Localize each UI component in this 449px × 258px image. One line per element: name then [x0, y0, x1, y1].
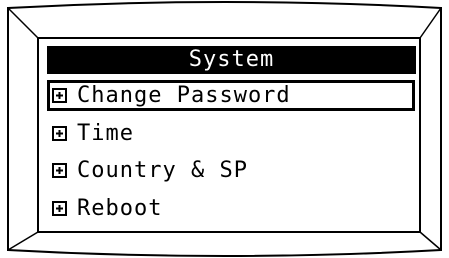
lcd-screen: System Change Password Time Country & SP: [40, 40, 418, 230]
menu-item-time[interactable]: Time: [47, 118, 407, 148]
menu-item-change-password[interactable]: Change Password: [47, 80, 415, 111]
menu-item-label: Change Password: [77, 83, 291, 108]
menu-item-label: Reboot: [77, 195, 163, 221]
menu-item-label: Country & SP: [77, 157, 248, 183]
expand-plus-icon: [52, 162, 67, 178]
screen-title: System: [47, 46, 416, 74]
menu-item-reboot[interactable]: Reboot: [47, 193, 407, 223]
menu-item-label: Time: [77, 120, 134, 146]
menu-item-country-sp[interactable]: Country & SP: [47, 155, 407, 185]
expand-plus-icon: [52, 200, 67, 216]
expand-plus-icon: [52, 88, 67, 103]
expand-plus-icon: [52, 125, 67, 141]
